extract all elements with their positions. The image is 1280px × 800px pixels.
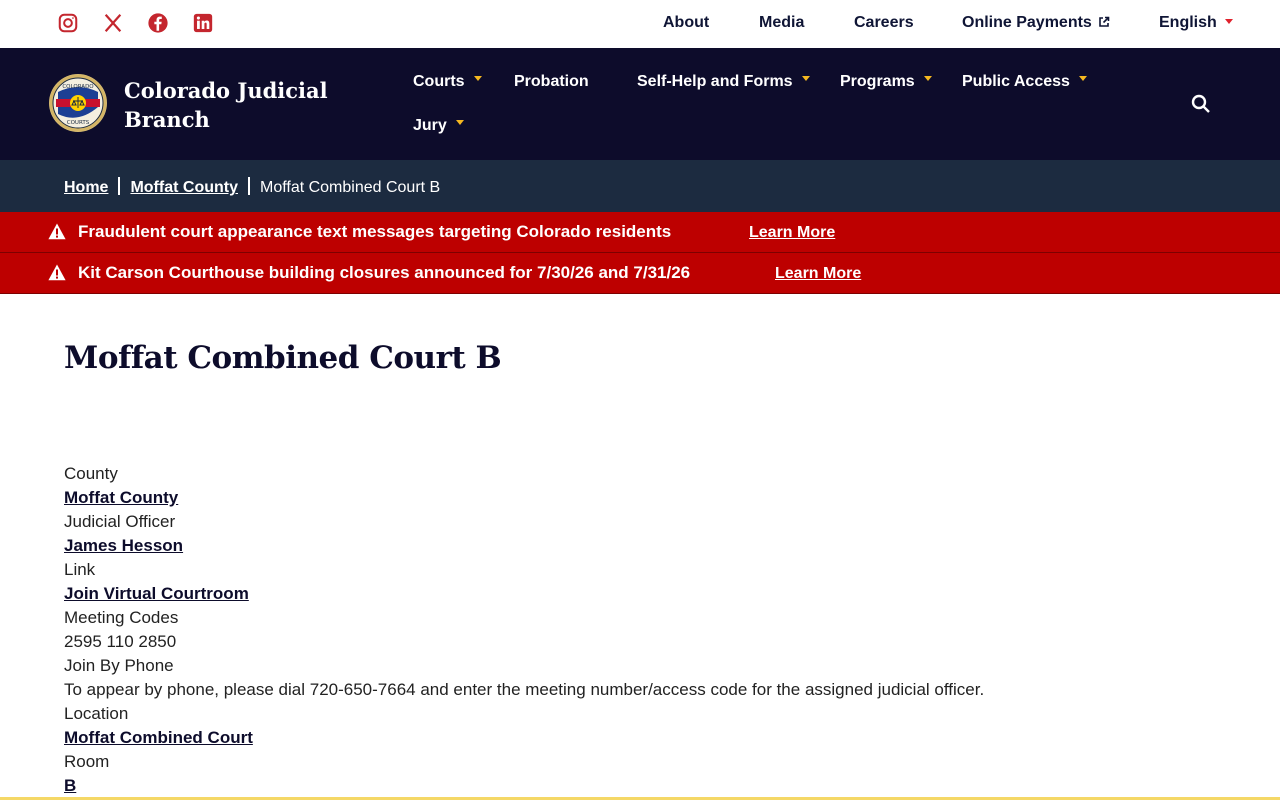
utility-nav: About Media Careers Online Payments Engl… xyxy=(0,14,1280,36)
learn-more-link[interactable]: Learn More xyxy=(775,265,861,283)
breadcrumb-trail: Home Moffat County Moffat Combined Court B xyxy=(64,177,440,197)
chevron-down-icon xyxy=(455,120,464,125)
breadcrumb-separator xyxy=(118,177,121,195)
online-payments-link[interactable]: Online Payments xyxy=(962,14,1110,32)
nav-item-jury-label: Jury xyxy=(413,117,447,134)
learn-more-link[interactable]: Learn More xyxy=(749,224,835,242)
chevron-down-icon xyxy=(473,76,482,81)
county-link[interactable]: Moffat County xyxy=(64,488,178,507)
alert-banner-fraud: Fraudulent court appearance text message… xyxy=(0,212,1280,253)
colorado-courts-seal-logo[interactable]: COLORADO COURTS xyxy=(49,74,107,132)
nav-item-courts[interactable]: Courts xyxy=(413,73,482,91)
main-header: COLORADO COURTS Colorado Judicial Branch… xyxy=(0,48,1280,160)
alert-message: Fraudulent court appearance text message… xyxy=(78,222,672,241)
careers-link[interactable]: Careers xyxy=(854,14,914,32)
breadcrumb-county[interactable]: Moffat County xyxy=(130,179,238,196)
field-label-judicial-officer: Judicial Officer xyxy=(64,512,176,531)
nav-item-courts-label: Courts xyxy=(413,73,465,90)
field-label-location: Location xyxy=(64,704,129,723)
field-label-meeting-codes: Meeting Codes xyxy=(64,608,179,627)
nav-item-probation[interactable]: Probation xyxy=(514,73,589,91)
judicial-officer-link[interactable]: James Hesson xyxy=(64,536,183,555)
court-details: County Moffat County Judicial Officer Ja… xyxy=(64,462,984,798)
field-label-room: Room xyxy=(64,752,110,771)
breadcrumb-separator xyxy=(247,177,250,195)
meeting-code-value: 2595 110 2850 xyxy=(64,632,177,651)
chevron-down-icon xyxy=(1224,19,1233,24)
nav-item-programs-label: Programs xyxy=(840,73,915,90)
seal-text-top: COLORADO xyxy=(62,84,94,90)
warning-icon xyxy=(48,223,66,240)
nav-item-self-help[interactable]: Self-Help and Forms xyxy=(637,73,810,91)
chevron-down-icon xyxy=(923,76,932,81)
nav-item-public-access[interactable]: Public Access xyxy=(962,73,1087,91)
online-payments-label: Online Payments xyxy=(962,14,1092,31)
language-selector[interactable]: English xyxy=(1159,14,1233,32)
language-label: English xyxy=(1159,14,1217,31)
nav-item-self-help-label: Self-Help and Forms xyxy=(637,73,793,90)
chevron-down-icon xyxy=(1078,76,1087,81)
breadcrumb-home[interactable]: Home xyxy=(64,179,108,196)
field-label-county: County xyxy=(64,464,118,483)
alert-message: Kit Carson Courthouse building closures … xyxy=(78,263,691,282)
join-virtual-courtroom-link[interactable]: Join Virtual Courtroom xyxy=(64,584,249,603)
breadcrumb-current: Moffat Combined Court B xyxy=(259,179,441,196)
breadcrumb: Home Moffat County Moffat Combined Court B xyxy=(0,160,1280,212)
search-icon[interactable] xyxy=(1190,93,1212,115)
site-title[interactable]: Colorado Judicial Branch xyxy=(124,76,344,134)
field-label-link: Link xyxy=(64,560,96,579)
chevron-down-icon xyxy=(801,76,810,81)
about-link[interactable]: About xyxy=(663,14,709,32)
alert-banner-closures: Kit Carson Courthouse building closures … xyxy=(0,253,1280,294)
nav-item-jury[interactable]: Jury xyxy=(413,117,464,135)
room-link[interactable]: B xyxy=(64,776,76,795)
warning-icon xyxy=(48,264,66,281)
location-link[interactable]: Moffat Combined Court xyxy=(64,728,253,747)
site-title-line1: Colorado Judicial xyxy=(124,78,328,103)
media-link[interactable]: Media xyxy=(759,14,804,32)
field-label-join-by-phone: Join By Phone xyxy=(64,656,174,675)
seal-text-bottom: COURTS xyxy=(67,120,90,126)
nav-item-public-access-label: Public Access xyxy=(962,73,1070,90)
utility-bar: About Media Careers Online Payments Engl… xyxy=(0,0,1280,48)
join-by-phone-text: To appear by phone, please dial 720-650-… xyxy=(64,680,985,699)
external-link-icon xyxy=(1099,16,1110,27)
site-title-line2: Branch xyxy=(124,107,210,132)
page-title: Moffat Combined Court B xyxy=(64,340,502,376)
nav-item-programs[interactable]: Programs xyxy=(840,73,932,91)
